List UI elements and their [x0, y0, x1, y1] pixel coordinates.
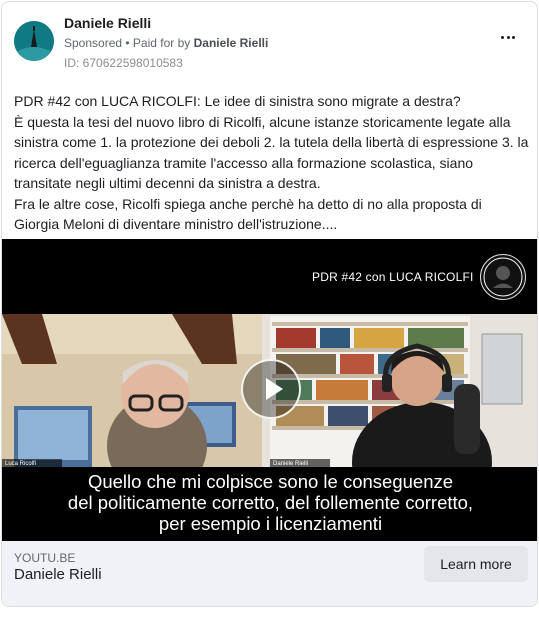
link-domain: YOUTU.BE — [14, 551, 76, 565]
post-text-line: Fra le altre cose, Ricolfi spiega anche … — [14, 195, 482, 233]
caption-line: Quello che mi colpisce sono le conseguen… — [87, 471, 454, 492]
post-text-line: È questa la tesi del nuovo libro di Rico… — [14, 113, 529, 192]
post-header: Daniele Rielli Sponsored • Paid for by D… — [2, 2, 537, 78]
video-caption: Quello che mi colpisce sono le conseguen… — [2, 471, 537, 534]
post-text: PDR #42 con LUCA RICOLFI: Le idee di sin… — [14, 91, 529, 235]
avatar[interactable] — [14, 21, 54, 61]
ad-id: ID: 670622598010583 — [64, 56, 183, 70]
post-text-line: PDR #42 con LUCA RICOLFI: Le idee di sin… — [14, 93, 461, 109]
play-button-icon[interactable] — [241, 359, 301, 419]
ad-card: Daniele Rielli Sponsored • Paid for by D… — [1, 1, 538, 607]
video-title: PDR #42 con LUCA RICOLFI — [312, 270, 474, 284]
link-preview-footer[interactable]: YOUTU.BE Daniele Rielli Learn more — [2, 541, 537, 606]
author-name[interactable]: Daniele Rielli — [64, 15, 151, 31]
video-thumbnail[interactable]: PDR #42 con LUCA RICOLFI Luca Ricolfi Da… — [2, 239, 537, 541]
name-tag-right: Daniele Rielli — [273, 461, 308, 467]
paid-by-name[interactable]: Daniele Rielli — [194, 36, 269, 50]
more-options-icon[interactable] — [501, 29, 515, 45]
caption-line: del politicamente corretto, del follemen… — [67, 492, 474, 513]
name-tag-left: Luca Ricolfi — [5, 461, 36, 467]
avatar-image — [14, 21, 54, 61]
caption-line: per esempio i licenziamenti — [158, 513, 383, 534]
paid-for-prefix: • Paid for by — [122, 36, 194, 50]
sponsored-label: Sponsored — [64, 36, 123, 50]
podcast-logo — [480, 254, 526, 300]
link-title[interactable]: Daniele Rielli — [14, 566, 102, 583]
learn-more-button[interactable]: Learn more — [424, 546, 528, 582]
sponsored-line: Sponsored • Paid for by Daniele Rielli — [64, 36, 268, 50]
